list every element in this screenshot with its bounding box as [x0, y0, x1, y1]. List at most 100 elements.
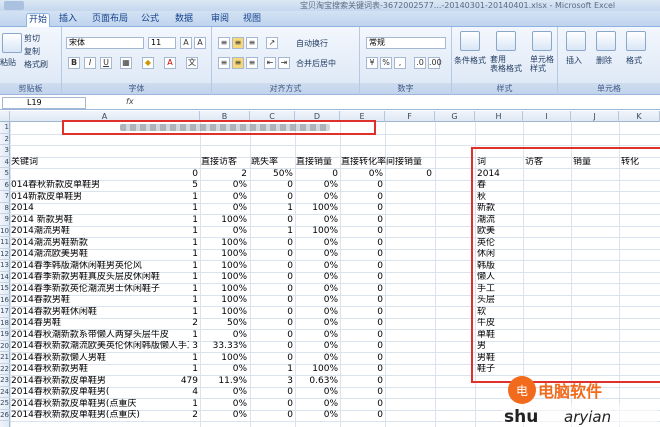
conditional-format-button[interactable]: 条件格式	[454, 55, 486, 66]
row-header[interactable]: 17	[0, 306, 10, 318]
row-header[interactable]: 13	[0, 260, 10, 272]
cell-bounce-rate[interactable]: 0	[251, 272, 293, 283]
align-center-icon[interactable]: ≡	[232, 57, 244, 69]
cell-direct-visitors[interactable]: 0%	[201, 399, 247, 410]
cell-direct-visitors[interactable]: 0%	[201, 330, 247, 341]
cell-bounce-rate[interactable]: 0	[251, 215, 293, 226]
delete-cells-button[interactable]: 删除	[596, 55, 612, 66]
insert-cells-icon[interactable]	[566, 31, 586, 51]
cell-direct-conversion[interactable]: 0	[341, 192, 383, 203]
cell-direct-visitors[interactable]: 0%	[201, 192, 247, 203]
comma-icon[interactable]: ,	[394, 57, 406, 69]
header-direct-sales[interactable]: 直接销量	[296, 157, 339, 168]
column-header[interactable]: H	[475, 111, 523, 122]
quick-access-toolbar[interactable]	[4, 1, 24, 10]
decrease-indent-icon[interactable]: ⇤	[264, 57, 276, 69]
percent-icon[interactable]: %	[380, 57, 392, 69]
cell-a-number[interactable]: 479	[110, 376, 198, 387]
row-header[interactable]: 1	[0, 122, 10, 134]
cell-direct-visitors[interactable]: 0%	[201, 226, 247, 237]
cell-direct-visitors[interactable]: 100%	[201, 238, 247, 249]
cell-direct-visitors[interactable]: 50%	[201, 318, 247, 329]
cell-bounce-rate[interactable]: 0	[251, 399, 293, 410]
orientation-icon[interactable]: ↗	[266, 37, 278, 49]
row-header[interactable]: 26	[0, 410, 10, 421]
cell-direct-sales[interactable]: 0%	[296, 261, 338, 272]
cell-direct-visitors[interactable]: 33.33%	[201, 341, 247, 352]
row-header[interactable]: 25	[0, 398, 10, 410]
align-top-icon[interactable]: ≡	[218, 37, 230, 49]
grow-font-icon[interactable]: A	[180, 37, 192, 49]
decrease-decimal-icon[interactable]: .00	[428, 57, 442, 69]
cell-direct-sales[interactable]: 0%	[296, 295, 338, 306]
cell-bounce-rate[interactable]: 0	[251, 330, 293, 341]
tab-review[interactable]: 审阅	[208, 13, 232, 27]
cell-bounce-rate[interactable]: 0	[251, 238, 293, 249]
cell-direct-conversion[interactable]: 0	[341, 341, 383, 352]
cell-bounce-rate[interactable]: 50%	[251, 169, 293, 180]
align-left-icon[interactable]: ≡	[218, 57, 230, 69]
paste-icon[interactable]	[2, 33, 22, 53]
tab-data[interactable]: 数据	[172, 13, 196, 27]
cell-direct-sales[interactable]: 0%	[296, 353, 338, 364]
cell-a-number[interactable]: 5	[110, 180, 198, 191]
cell-direct-sales[interactable]: 0%	[296, 238, 338, 249]
header-bounce-rate[interactable]: 跳失率	[251, 157, 294, 168]
select-all-corner[interactable]	[0, 111, 10, 122]
cell-a-number[interactable]: 1	[110, 330, 198, 341]
cell-bounce-rate[interactable]: 0	[251, 318, 293, 329]
cell-bounce-rate[interactable]: 1	[251, 364, 293, 375]
row-header[interactable]: 12	[0, 249, 10, 260]
cell-bounce-rate[interactable]: 0	[251, 295, 293, 306]
fill-color-icon[interactable]: ◆	[142, 57, 154, 69]
column-header[interactable]: J	[571, 111, 619, 122]
align-right-icon[interactable]: ≡	[246, 57, 258, 69]
cell-bounce-rate[interactable]: 0	[251, 387, 293, 398]
cell-direct-visitors[interactable]: 100%	[201, 307, 247, 318]
tab-page-layout[interactable]: 页面布局	[88, 13, 132, 27]
row-header[interactable]: 14	[0, 272, 10, 283]
row-header[interactable]: 15	[0, 283, 10, 295]
row-header[interactable]: 23	[0, 375, 10, 387]
row-header[interactable]: 24	[0, 387, 10, 398]
underline-button[interactable]: U	[100, 57, 112, 69]
format-cells-icon[interactable]	[626, 31, 646, 51]
font-name-select[interactable]: 宋体	[66, 37, 144, 49]
cell-a-number[interactable]: 1	[110, 272, 198, 283]
cell-direct-conversion[interactable]: 0	[341, 307, 383, 318]
cell-a-number[interactable]: 4	[110, 387, 198, 398]
row-header[interactable]: 22	[0, 364, 10, 375]
merge-center-button[interactable]: 合并后居中	[296, 58, 336, 69]
row-header[interactable]: 11	[0, 237, 10, 249]
cell-direct-conversion[interactable]: 0	[341, 272, 383, 283]
column-header[interactable]: K	[619, 111, 660, 122]
cell-direct-conversion[interactable]: 0	[341, 387, 383, 398]
cell-bounce-rate[interactable]: 0	[251, 284, 293, 295]
cell-a-number[interactable]: 2	[110, 318, 198, 329]
row-header[interactable]: 8	[0, 203, 10, 214]
row-header[interactable]: 16	[0, 295, 10, 306]
cell-a-number[interactable]: 3	[110, 341, 198, 352]
row-header[interactable]: 20	[0, 341, 10, 352]
cell-direct-visitors[interactable]: 0%	[201, 364, 247, 375]
cell-a-number[interactable]: 1	[110, 203, 198, 214]
cell-direct-conversion[interactable]: 0	[341, 295, 383, 306]
cell-indirect-sales[interactable]: 0	[386, 169, 432, 180]
cell-a-number[interactable]: 0	[110, 169, 198, 180]
column-header[interactable]: G	[435, 111, 475, 122]
cell-direct-visitors[interactable]: 0%	[201, 203, 247, 214]
cell-direct-conversion[interactable]: 0	[341, 353, 383, 364]
header-direct-visitors[interactable]: 直接访客	[201, 157, 249, 168]
cell-direct-conversion[interactable]: 0	[341, 226, 383, 237]
cell-direct-sales[interactable]: 0%	[296, 318, 338, 329]
cell-direct-sales[interactable]: 0	[296, 169, 338, 180]
copy-button[interactable]: 复制	[24, 46, 40, 57]
row-header[interactable]: 18	[0, 318, 10, 329]
cell-direct-conversion[interactable]: 0	[341, 364, 383, 375]
cell-direct-sales[interactable]: 0%	[296, 307, 338, 318]
italic-button[interactable]: I	[84, 57, 96, 69]
row-header[interactable]: 19	[0, 329, 10, 341]
cell-direct-sales[interactable]: 100%	[296, 364, 338, 375]
cell-direct-conversion[interactable]: 0	[341, 215, 383, 226]
cell-direct-sales[interactable]: 0%	[296, 249, 338, 260]
